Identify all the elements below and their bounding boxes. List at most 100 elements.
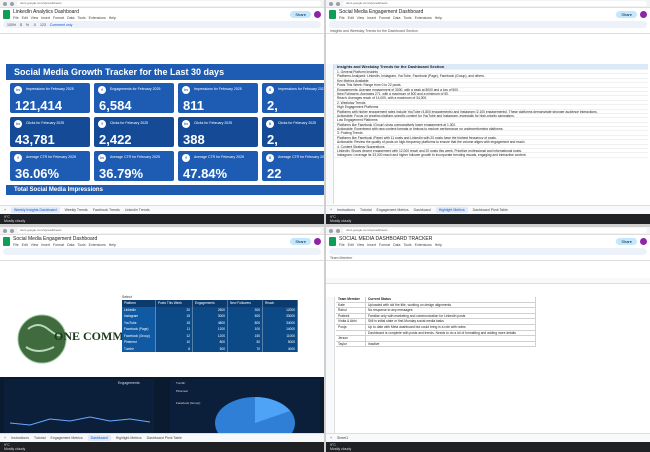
reload-icon[interactable]	[336, 1, 340, 6]
sheets-logo-icon[interactable]	[3, 237, 10, 246]
sheet-tab[interactable]: Instructions	[11, 436, 29, 440]
percent-button[interactable]: %	[26, 23, 29, 27]
address-bar[interactable]: docs.google.com/spreadsheets	[17, 1, 321, 6]
avatar[interactable]	[640, 11, 647, 18]
weather-widget[interactable]: 9°C Mostly cloudy	[4, 215, 25, 223]
sheet-tab[interactable]: Engagement Metrics	[51, 436, 83, 440]
formula-bar[interactable]	[0, 255, 324, 261]
menu-help[interactable]: Help	[109, 243, 116, 247]
sheet-tab[interactable]: Highlight Metrics	[435, 207, 468, 213]
menu-help[interactable]: Help	[435, 16, 442, 20]
formula-bar[interactable]: Insights and Weekday Trends for the Dash…	[326, 28, 650, 34]
back-icon[interactable]	[3, 1, 7, 6]
table-cell[interactable]: Jerson	[336, 336, 366, 341]
back-icon[interactable]	[329, 1, 333, 6]
table-cell[interactable]: Up to date with Meta dashboard but could…	[366, 324, 536, 330]
menu-extensions[interactable]: Extensions	[89, 16, 106, 20]
address-bar[interactable]: docs.google.com/spreadsheets	[343, 1, 647, 6]
menu-extensions[interactable]: Extensions	[89, 243, 106, 247]
add-sheet-icon[interactable]: +	[4, 436, 6, 440]
avatar[interactable]	[314, 238, 321, 245]
menu-file[interactable]: File	[13, 243, 19, 247]
table-cell[interactable]	[366, 336, 536, 341]
back-icon[interactable]	[329, 228, 333, 233]
table-cell[interactable]: Vinita & Abhi	[336, 319, 366, 324]
menu-edit[interactable]: Edit	[348, 243, 354, 247]
table-cell[interactable]: Rahul	[336, 308, 366, 313]
address-bar[interactable]: docs.google.com/spreadsheets	[343, 228, 647, 233]
menu-tools[interactable]: Tools	[77, 243, 85, 247]
currency-button[interactable]: $	[20, 23, 22, 27]
menu-extensions[interactable]: Extensions	[415, 16, 432, 20]
share-button[interactable]: Share	[616, 11, 637, 18]
sheet-tab[interactable]: Tutorial	[360, 208, 372, 212]
table-cell[interactable]: Pooja	[336, 324, 366, 330]
table-cell[interactable]: No response to any messages	[366, 308, 536, 313]
menu-file[interactable]: File	[339, 16, 345, 20]
sheet-tab[interactable]: Engagement Metrics	[377, 208, 409, 212]
menu-tools[interactable]: Tools	[403, 243, 411, 247]
menu-data[interactable]: Data	[393, 16, 400, 20]
share-button[interactable]: Share	[290, 11, 311, 18]
table-cell[interactable]: Taylor	[336, 341, 366, 347]
menu-tools[interactable]: Tools	[403, 16, 411, 20]
menu-edit[interactable]: Edit	[348, 16, 354, 20]
back-icon[interactable]	[3, 228, 7, 233]
doc-title[interactable]: Social Media Engagement Dashboard	[13, 236, 116, 242]
menu-data[interactable]: Data	[393, 243, 400, 247]
sheet-tab[interactable]: Highlight Metrics	[116, 436, 142, 440]
weather-widget[interactable]: 9°C Mostly cloudy	[4, 443, 25, 451]
reload-icon[interactable]	[10, 228, 14, 233]
doc-title[interactable]: LinkedIn Analytics Dashboard	[13, 9, 116, 15]
formula-bar[interactable]	[0, 28, 324, 34]
sheets-logo-icon[interactable]	[3, 10, 10, 19]
doc-title[interactable]: SOCIAL MEDIA DASHBOARD TRACKER	[339, 236, 442, 242]
sheet-tab[interactable]: Dashboard Pivot Table	[147, 436, 182, 440]
menu-edit[interactable]: Edit	[22, 243, 28, 247]
table-cell[interactable]: Dashboard is complete with posts and tre…	[366, 330, 536, 336]
menu-edit[interactable]: Edit	[22, 16, 28, 20]
weather-widget[interactable]: 9°C Mostly cloudy	[330, 215, 351, 223]
menu-file[interactable]: File	[339, 243, 345, 247]
tab-facebook-trends[interactable]: Facebook Trends	[93, 208, 120, 212]
table-cell[interactable]: Familiar only with marketing and communi…	[366, 313, 536, 319]
tab-weekly-trends[interactable]: Weekly Trends	[65, 208, 88, 212]
menu-view[interactable]: View	[31, 16, 39, 20]
sheet-tab[interactable]: Sheet1	[337, 436, 348, 440]
menu-data[interactable]: Data	[67, 16, 74, 20]
menu-help[interactable]: Help	[109, 16, 116, 20]
decimal-button[interactable]: .0	[33, 23, 36, 27]
add-sheet-icon[interactable]: +	[330, 436, 332, 440]
sheet-tab[interactable]: Dashboard	[414, 208, 431, 212]
weather-widget[interactable]: 9°C Mostly cloudy	[330, 443, 351, 451]
menu-extensions[interactable]: Extensions	[415, 243, 432, 247]
menu-format[interactable]: Format	[53, 243, 64, 247]
doc-title[interactable]: Social Media Engagement Dashboard	[339, 9, 442, 15]
menu-file[interactable]: File	[13, 16, 19, 20]
add-sheet-icon[interactable]: +	[330, 208, 332, 212]
reload-icon[interactable]	[10, 1, 14, 6]
sheets-logo-icon[interactable]	[329, 10, 336, 19]
table-cell[interactable]: Still in initial state or first Monday s…	[366, 319, 536, 324]
table-cell[interactable]: Uploaded with old the title, working on …	[366, 302, 536, 308]
menu-view[interactable]: View	[357, 243, 365, 247]
formula-bar[interactable]: Team Member	[326, 255, 650, 261]
sheet-tab[interactable]: Tutorial	[34, 436, 46, 440]
menu-help[interactable]: Help	[435, 243, 442, 247]
sheets-logo-icon[interactable]	[329, 237, 336, 246]
menu-view[interactable]: View	[357, 16, 365, 20]
menu-format[interactable]: Format	[379, 16, 390, 20]
sheet-tab[interactable]: Dashboard	[87, 435, 111, 441]
menu-tools[interactable]: Tools	[77, 16, 85, 20]
zoom-select[interactable]: 100%	[7, 23, 16, 27]
menu-insert[interactable]: Insert	[41, 243, 50, 247]
number-format-button[interactable]: 123	[40, 23, 46, 27]
address-bar[interactable]: docs.google.com/spreadsheets	[17, 228, 321, 233]
share-button[interactable]: Share	[616, 238, 637, 245]
table-cell[interactable]: Prateek	[336, 313, 366, 319]
table-cell[interactable]: Kate	[336, 302, 366, 308]
reload-icon[interactable]	[336, 228, 340, 233]
menu-view[interactable]: View	[31, 243, 39, 247]
menu-insert[interactable]: Insert	[367, 16, 376, 20]
sheet-tab[interactable]: Dashboard Pivot Table	[473, 208, 508, 212]
